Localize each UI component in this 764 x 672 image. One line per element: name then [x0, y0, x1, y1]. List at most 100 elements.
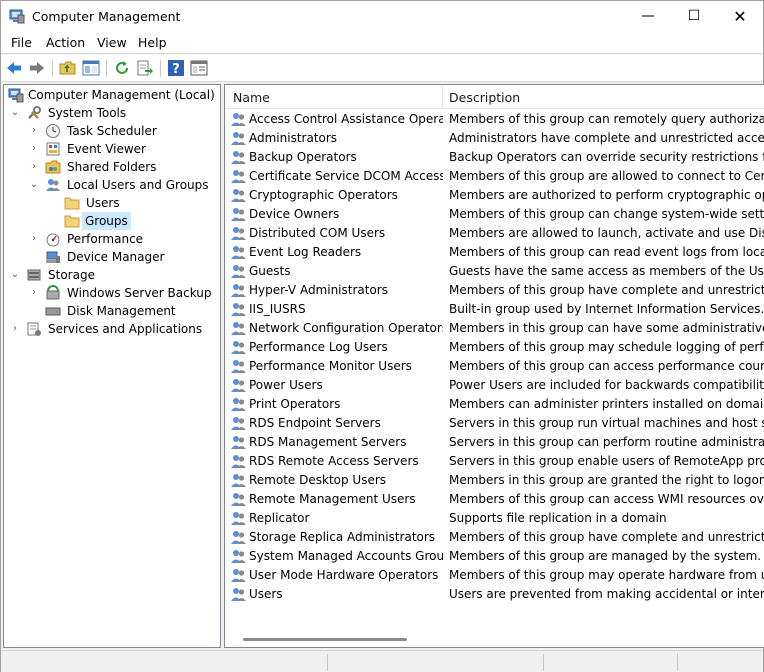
tree-item-local-users-and-groups[interactable]: ⌄ Local Users and Groups [4, 176, 220, 194]
tree-item-label: Groups [82, 212, 131, 230]
tree-item-device-manager[interactable]: Device Manager [4, 248, 220, 266]
console-tree[interactable]: Computer Management (Local) ⌄ System Too… [3, 84, 221, 648]
menu-help[interactable]: Help [138, 35, 167, 50]
group-icon [231, 208, 246, 221]
group-row[interactable]: Network Configuration Operators Members i… [225, 319, 764, 338]
group-row[interactable]: Hyper-V Administrators Members of this gr… [225, 281, 764, 300]
group-description: Built-in group used by Internet Informat… [449, 302, 764, 316]
properties-icon[interactable] [190, 59, 208, 77]
tree-item-computer-management[interactable]: Computer Management (Local) [4, 86, 220, 104]
chevron-down-icon[interactable]: ⌄ [10, 266, 20, 284]
chevron-right-icon[interactable]: › [29, 140, 39, 158]
tree-item-storage[interactable]: ⌄ Storage [4, 266, 220, 284]
group-icon [231, 379, 246, 392]
group-name: Print Operators [249, 397, 341, 411]
group-row[interactable]: Device Owners Members of this group can c… [225, 205, 764, 224]
group-name: Device Owners [249, 207, 340, 221]
group-name: User Mode Hardware Operators [249, 568, 439, 582]
back-icon[interactable] [5, 59, 23, 77]
tree-item-label: Services and Applications [48, 322, 203, 336]
column-header-name[interactable]: Name [233, 85, 270, 109]
group-icon [231, 493, 246, 506]
chevron-right-icon[interactable]: › [29, 158, 39, 176]
scrollbar-thumb[interactable] [243, 638, 407, 641]
tree-item-groups[interactable]: Groups [4, 212, 220, 230]
group-row[interactable]: Cryptographic Operators Members are autho… [225, 186, 764, 205]
tree-item-users[interactable]: Users [4, 194, 220, 212]
users-icon [46, 179, 60, 191]
maximize-button[interactable]: ☐ [671, 1, 717, 32]
group-name: RDS Remote Access Servers [249, 454, 419, 468]
show-hide-tree-icon[interactable] [82, 59, 100, 77]
menu-action[interactable]: Action [46, 35, 85, 50]
group-row[interactable]: Administrators Administrators have comple… [225, 129, 764, 148]
clock-icon [46, 124, 60, 138]
group-row[interactable]: Replicator Supports file replication in a… [225, 509, 764, 528]
group-row[interactable]: Performance Log Users Members of this gro… [225, 338, 764, 357]
group-row[interactable]: Remote Management Users Members of this g… [225, 490, 764, 509]
group-row[interactable]: Access Control Assistance Operators Membe… [225, 110, 764, 129]
group-name: Hyper-V Administrators [249, 283, 388, 297]
group-icon [231, 132, 246, 145]
menu-view[interactable]: View [97, 35, 127, 50]
group-row[interactable]: RDS Management Servers Servers in this gr… [225, 433, 764, 452]
tree-item-shared-folders[interactable]: › Shared Folders [4, 158, 220, 176]
export-list-icon[interactable] [136, 59, 154, 77]
group-description: Servers in this group enable users of Re… [449, 454, 764, 468]
group-row[interactable]: Guests Guests have the same access as mem… [225, 262, 764, 281]
backup-icon [46, 285, 60, 300]
close-button[interactable]: ✕ [717, 1, 763, 32]
group-row[interactable]: RDS Remote Access Servers Servers in this… [225, 452, 764, 471]
column-resize-handle[interactable] [442, 86, 443, 108]
title-bar[interactable]: Computer Management — ☐ ✕ [1, 1, 763, 32]
tree-item-system-tools[interactable]: ⌄ System Tools [4, 104, 220, 122]
group-row[interactable]: Certificate Service DCOM Access Members o… [225, 167, 764, 186]
group-row[interactable]: Distributed COM Users Members are allowed… [225, 224, 764, 243]
group-name: Cryptographic Operators [249, 188, 398, 202]
chevron-down-icon[interactable]: ⌄ [10, 104, 20, 122]
tree-item-label: Event Viewer [67, 142, 146, 156]
group-row[interactable]: System Managed Accounts Group Members of … [225, 547, 764, 566]
chevron-right-icon[interactable]: › [29, 122, 39, 140]
group-icon [231, 436, 246, 449]
horizontal-scrollbar[interactable] [225, 632, 764, 647]
minimize-button[interactable]: — [625, 1, 671, 32]
forward-icon[interactable] [28, 59, 46, 77]
group-row[interactable]: Users Users are prevented from making acc… [225, 585, 764, 604]
group-icon [231, 151, 246, 164]
group-row[interactable]: Print Operators Members can administer pr… [225, 395, 764, 414]
group-row[interactable]: Performance Monitor Users Members of this… [225, 357, 764, 376]
group-name: Administrators [249, 131, 338, 145]
chevron-right-icon[interactable]: › [29, 284, 39, 302]
group-name: IIS_IUSRS [249, 302, 306, 316]
list-header: Name Description [225, 85, 764, 109]
group-name: Backup Operators [249, 150, 357, 164]
tree-item-windows-server-backup[interactable]: › Windows Server Backup [4, 284, 220, 302]
chevron-right-icon[interactable]: › [29, 230, 39, 248]
group-row[interactable]: Event Log Readers Members of this group c… [225, 243, 764, 262]
group-row[interactable]: Remote Desktop Users Members in this grou… [225, 471, 764, 490]
group-row[interactable]: Backup Operators Backup Operators can ove… [225, 148, 764, 167]
refresh-icon[interactable] [113, 59, 131, 77]
group-row[interactable]: Storage Replica Administrators Members of… [225, 528, 764, 547]
tree-item-event-viewer[interactable]: › Event Viewer [4, 140, 220, 158]
tree-item-performance[interactable]: › Performance [4, 230, 220, 248]
window-title: Computer Management [32, 9, 181, 24]
tree-item-label: Windows Server Backup [67, 286, 212, 300]
tree-item-disk-management[interactable]: Disk Management [4, 302, 220, 320]
tree-item-services-and-applications[interactable]: › Services and Applications [4, 320, 220, 338]
chevron-right-icon[interactable]: › [10, 320, 20, 338]
services-icon [27, 322, 41, 336]
group-row[interactable]: RDS Endpoint Servers Servers in this grou… [225, 414, 764, 433]
group-icon [231, 227, 246, 240]
result-pane[interactable]: Name Description Access Control Assistan… [224, 84, 764, 648]
up-folder-icon[interactable] [59, 59, 77, 77]
group-row[interactable]: IIS_IUSRS Built-in group used by Internet… [225, 300, 764, 319]
chevron-down-icon[interactable]: ⌄ [29, 176, 39, 194]
menu-file[interactable]: File [11, 35, 32, 50]
tree-item-task-scheduler[interactable]: › Task Scheduler [4, 122, 220, 140]
group-row[interactable]: Power Users Power Users are included for … [225, 376, 764, 395]
group-row[interactable]: User Mode Hardware Operators Members of t… [225, 566, 764, 585]
help-icon[interactable]: ? [167, 59, 185, 77]
column-header-description[interactable]: Description [449, 85, 520, 109]
